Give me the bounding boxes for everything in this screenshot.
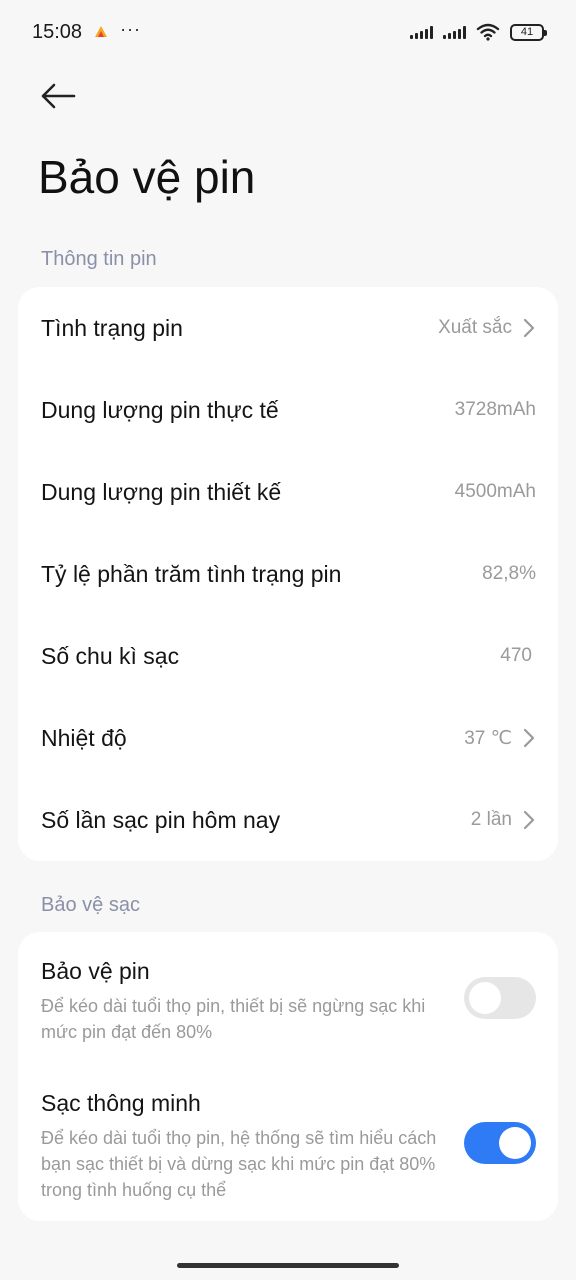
toggle-description: Để kéo dài tuổi thọ pin, thiết bị sẽ ngừ… [41,996,426,1042]
chevron-right-icon [523,810,535,830]
row-value: 37 ℃ [464,727,512,749]
toggle-title: Sạc thông minh [41,1090,201,1116]
chevron-right-icon [523,728,535,748]
row-design-capacity: Dung lượng pin thiết kế 4500mAh [18,451,558,533]
row-value: 470 [500,645,532,666]
row-label: Nhiệt độ [41,724,127,751]
row-value: 2 lần [470,809,512,830]
row-battery-health[interactable]: Tình trạng pin Xuất sắc [18,287,558,369]
battery-icon: 41 [510,23,547,41]
battery-info-card: Tình trạng pin Xuất sắc Dung lượng pin t… [18,287,558,861]
chevron-right-icon [523,318,535,338]
section-label-battery-info: Thông tin pin [41,248,157,270]
signal-icon [410,25,433,39]
status-left: 15:08 ··· [32,18,142,44]
signal-icon-2 [443,25,466,39]
status-right: 41 [410,23,547,41]
smart-charging-toggle[interactable] [464,1122,536,1164]
row-label: Số lần sạc pin hôm nay [41,806,281,833]
row-value: 82,8% [482,563,536,584]
toggle-knob [499,1127,531,1159]
more-notifications-icon: ··· [120,18,142,39]
row-right: 37 ℃ [464,727,536,750]
battery-level: 41 [520,26,534,38]
row-right: 2 lần [471,809,536,831]
wifi-icon [476,23,500,41]
row-label: Tình trạng pin [41,314,183,341]
toggle-description: Để kéo dài tuổi thọ pin, hệ thống sẽ tìm… [41,1128,437,1200]
row-value: Xuất sắc [438,317,512,338]
home-indicator[interactable] [177,1263,399,1268]
page-title: Bảo vệ pin [38,151,256,203]
toggle-title: Bảo vệ pin [41,958,150,984]
row-actual-capacity: Dung lượng pin thực tế 3728mAh [18,369,558,451]
row-label: Dung lượng pin thiết kế [41,478,282,505]
row-right: Xuất sắc [438,317,536,339]
row-charge-cycles: Số chu kì sạc 470 [18,615,558,697]
arrow-left-icon [41,83,76,109]
row-health-percentage: Tỷ lệ phần trăm tình trạng pin 82,8% [18,533,558,615]
row-charges-today[interactable]: Số lần sạc pin hôm nay 2 lần [18,779,558,861]
row-label: Số chu kì sạc [41,642,180,669]
status-time: 15:08 [32,20,83,43]
row-temperature[interactable]: Nhiệt độ 37 ℃ [18,697,558,779]
status-bar: 15:08 ··· 41 [0,0,576,64]
row-value: 3728mAh [454,399,536,420]
charge-protection-card: Bảo vệ pin Để kéo dài tuổi thọ pin, thiế… [18,932,558,1221]
app-notification-icon [95,26,108,37]
toggle-knob [469,982,501,1014]
battery-protection-toggle[interactable] [464,977,536,1019]
back-button[interactable] [38,78,78,114]
row-label: Dung lượng pin thực tế [41,396,279,423]
section-label-charge-protection: Bảo vệ sạc [41,894,140,916]
row-value: 4500mAh [454,481,536,502]
row-label: Tỷ lệ phần trăm tình trạng pin [41,560,342,587]
